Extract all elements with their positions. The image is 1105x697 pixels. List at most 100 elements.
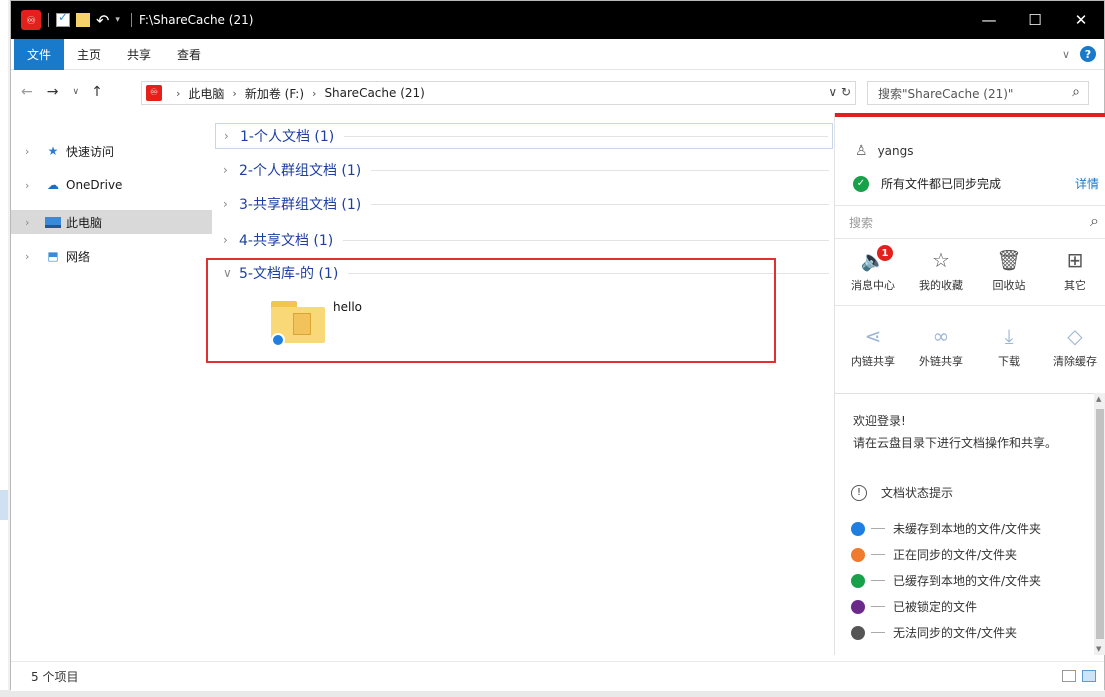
crumb-this-pc[interactable]: 此电脑: [188, 85, 224, 102]
navigation-pane: › ★ 快速访问 › ☁ OneDrive › 此电脑 › ⬒ 网络: [11, 113, 212, 655]
expand-arrow-icon: ›: [223, 197, 228, 211]
address-bar[interactable]: ♾ › 此电脑 › 新加卷 (F:) › ShareCache (21) ∨ ↻: [141, 81, 856, 105]
sync-status: 所有文件都已同步完成: [881, 177, 1002, 191]
panel-search[interactable]: 搜索 ⌕: [835, 205, 1105, 239]
star-outline-icon: ☆: [932, 248, 950, 272]
group-header[interactable]: › 4-共享文档 (1): [215, 227, 833, 253]
properties-icon[interactable]: [56, 10, 70, 27]
favorites-button[interactable]: ☆ 我的收藏: [907, 245, 975, 293]
group-header[interactable]: › 3-共享群组文档 (1): [215, 191, 833, 217]
address-tools: ∨ ↻: [828, 85, 851, 99]
expand-arrow-icon: ›: [223, 163, 228, 177]
legend-dash: [871, 528, 885, 529]
clear-cache-button[interactable]: ◇ 清除缓存: [1041, 321, 1105, 369]
internal-share-button[interactable]: ⋖ 内链共享: [839, 321, 907, 369]
details-view-icon[interactable]: [1062, 670, 1076, 682]
more-button[interactable]: ⊞ 其它: [1041, 245, 1105, 293]
group-divider: [371, 169, 829, 171]
address-dropdown-icon[interactable]: ∨: [828, 85, 837, 99]
large-icons-view-icon[interactable]: [1082, 670, 1096, 682]
recent-locations-icon[interactable]: ∨: [72, 87, 79, 97]
user-row: ♙ yangs: [855, 143, 914, 159]
help-icon[interactable]: ?: [1080, 46, 1096, 62]
view-buttons: [1056, 670, 1096, 682]
scroll-up-icon[interactable]: ▲: [1096, 395, 1101, 403]
search-input[interactable]: 搜索"ShareCache (21)": [878, 85, 1013, 102]
minimize-button[interactable]: —: [966, 1, 1012, 39]
tool-label: 我的收藏: [919, 279, 963, 292]
onedrive-icon: ☁: [47, 178, 59, 192]
scroll-down-icon[interactable]: ▼: [1096, 645, 1101, 653]
crumb-volume-f[interactable]: 新加卷 (F:): [245, 85, 304, 102]
panel-accent-bar: [835, 113, 1105, 117]
tab-share[interactable]: 共享: [114, 39, 164, 70]
tab-file[interactable]: 文件: [14, 38, 65, 70]
expand-arrow-icon[interactable]: ›: [25, 179, 39, 192]
search-box[interactable]: 搜索"ShareCache (21)" ⌕: [867, 81, 1089, 105]
group-header[interactable]: › 1-个人文档 (1): [215, 123, 833, 149]
welcome-text: 欢迎登录!: [853, 414, 906, 428]
expand-ribbon-icon[interactable]: ∨: [1062, 48, 1070, 61]
legend-label: 已被锁定的文件: [893, 600, 978, 614]
group-divider: [371, 203, 829, 205]
forward-icon[interactable]: →: [47, 84, 59, 100]
new-folder-icon[interactable]: [76, 13, 90, 27]
uncached-icon: [851, 521, 865, 536]
panel-search-input[interactable]: 搜索: [849, 214, 873, 231]
download-button[interactable]: ⤓ 下载: [975, 321, 1043, 369]
search-icon[interactable]: ⌕: [1090, 211, 1099, 231]
maximize-button[interactable]: ☐: [1012, 1, 1058, 39]
nav-item-onedrive[interactable]: › ☁ OneDrive: [11, 173, 212, 197]
download-icon: ⤓: [1004, 324, 1014, 348]
cloud-status-icon: [271, 333, 285, 347]
taskbar-edge: [0, 690, 1105, 697]
nav-item-network[interactable]: › ⬒ 网络: [11, 244, 212, 268]
search-icon[interactable]: ⌕: [1072, 84, 1080, 100]
group-label: 3-共享群组文档 (1): [239, 197, 362, 213]
message-center-button[interactable]: 🔈 1 消息中心: [839, 245, 907, 293]
tool-label: 外链共享: [919, 355, 963, 368]
sync-error-icon: [851, 625, 865, 640]
status-bar: 5 个项目: [11, 661, 1104, 691]
nav-label: 此电脑: [66, 215, 103, 230]
nav-label: 网络: [66, 249, 91, 264]
group-header[interactable]: › 2-个人群组文档 (1): [215, 157, 833, 183]
crumb-sharecache[interactable]: ShareCache (21): [324, 86, 424, 100]
app-logo-icon[interactable]: ♾: [21, 10, 41, 30]
up-icon[interactable]: ↑: [91, 84, 103, 100]
crumb-separator[interactable]: ›: [232, 87, 236, 100]
group-divider: [343, 239, 829, 241]
details-link[interactable]: 详情: [1075, 175, 1099, 192]
unread-badge: 1: [877, 245, 893, 261]
refresh-icon[interactable]: ↻: [841, 85, 851, 99]
crumb-separator[interactable]: ›: [312, 87, 316, 100]
lock-icon: [851, 599, 865, 614]
tab-home[interactable]: 主页: [64, 39, 114, 70]
back-icon[interactable]: ←: [21, 84, 33, 100]
info-scrollbar[interactable]: ▲ ▼: [1094, 393, 1105, 655]
network-icon: ⬒: [47, 249, 59, 263]
nav-item-this-pc[interactable]: › 此电脑: [11, 210, 212, 234]
legend-dash: [871, 554, 885, 555]
title-bar: ♾ ↶ ▾ F:\ShareCache (21) — ☐ ✕: [11, 1, 1104, 39]
expand-arrow-icon[interactable]: ›: [25, 250, 39, 263]
undo-icon[interactable]: ↶: [96, 11, 109, 30]
scroll-thumb[interactable]: [1096, 409, 1104, 639]
nav-item-quick-access[interactable]: › ★ 快速访问: [11, 139, 212, 163]
close-button[interactable]: ✕: [1058, 1, 1104, 39]
expand-arrow-icon[interactable]: ›: [25, 145, 39, 158]
group-divider: [344, 135, 828, 137]
link-icon: ∞: [932, 324, 950, 348]
external-share-button[interactable]: ∞ 外链共享: [907, 321, 975, 369]
address-row: ← → ∨ ↑ ♾ › 此电脑 › 新加卷 (F:) › ShareCache …: [11, 71, 1104, 113]
folder-item[interactable]: hello: [271, 296, 401, 356]
expand-arrow-icon[interactable]: ›: [25, 216, 39, 229]
quick-access-dropdown-icon[interactable]: ▾: [115, 15, 120, 25]
explorer-window: ♾ ↶ ▾ F:\ShareCache (21) — ☐ ✕ 文件 主页 共享 …: [10, 0, 1105, 691]
tab-view[interactable]: 查看: [164, 39, 214, 70]
recycle-bin-button[interactable]: 🗑 回收站: [975, 245, 1043, 293]
folder-name[interactable]: hello: [333, 300, 362, 314]
tool-label: 回收站: [992, 279, 1026, 292]
hint-text: 请在云盘目录下进行文档操作和共享。: [853, 436, 1058, 450]
panel-divider: [835, 305, 1105, 306]
